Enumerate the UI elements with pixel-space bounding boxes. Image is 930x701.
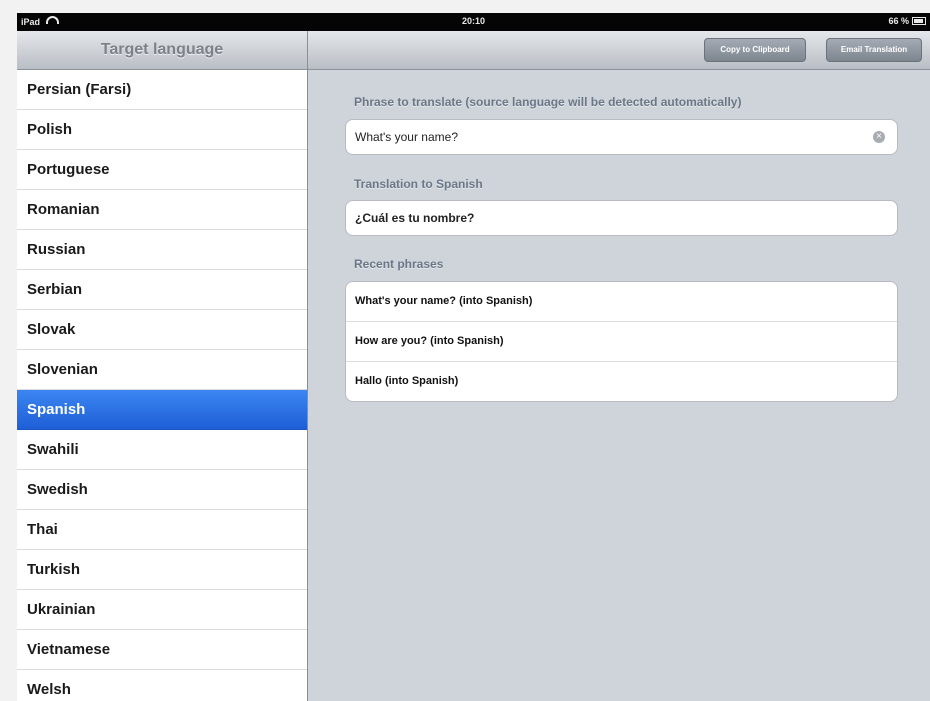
translation-label: Translation to Spanish	[354, 177, 483, 191]
language-list: Persian (Farsi) Polish Portuguese Romanian R…	[17, 70, 307, 701]
translation-pane: Copy to Clipboard Email Translation Phra…	[308, 31, 930, 701]
status-bar: iPad 20:10 66 %	[17, 13, 930, 31]
email-translation-button[interactable]: Email Translation	[826, 38, 922, 62]
language-item-polish[interactable]: Polish	[17, 110, 307, 150]
language-item-welsh[interactable]: Welsh	[17, 670, 307, 701]
language-item-vietnamese[interactable]: Vietnamese	[17, 630, 307, 670]
translation-output: ¿Cuál es tu nombre?	[345, 200, 898, 236]
language-item-romanian[interactable]: Romanian	[17, 190, 307, 230]
translation-text: ¿Cuál es tu nombre?	[355, 211, 475, 225]
battery-icon	[912, 17, 926, 25]
copy-to-clipboard-button[interactable]: Copy to Clipboard	[704, 38, 806, 62]
toolbar: Copy to Clipboard Email Translation	[308, 31, 930, 70]
language-item-serbian[interactable]: Serbian	[17, 270, 307, 310]
language-item-thai[interactable]: Thai	[17, 510, 307, 550]
language-item-slovenian[interactable]: Slovenian	[17, 350, 307, 390]
language-item-portuguese[interactable]: Portuguese	[17, 150, 307, 190]
language-item-ukrainian[interactable]: Ukrainian	[17, 590, 307, 630]
phrase-input-text: What's your name?	[355, 130, 459, 144]
recent-phrase-item[interactable]: How are you? (into Spanish)	[346, 322, 897, 362]
recent-phrase-item[interactable]: Hallo (into Spanish)	[346, 362, 897, 401]
language-sidebar: Target language Persian (Farsi) Polish Por…	[17, 31, 308, 701]
language-item-russian[interactable]: Russian	[17, 230, 307, 270]
clear-circle-icon[interactable]: ×	[873, 131, 885, 143]
language-item-slovak[interactable]: Slovak	[17, 310, 307, 350]
clock: 20:10	[461, 16, 486, 26]
recent-phrase-item[interactable]: What's your name? (into Spanish)	[346, 282, 897, 322]
language-item-turkish[interactable]: Turkish	[17, 550, 307, 590]
ipad-screen: iPad 20:10 66 % Target language Persian …	[17, 13, 930, 701]
language-item-swahili[interactable]: Swahili	[17, 430, 307, 470]
sidebar-title: Target language	[17, 31, 307, 70]
battery-percent: 66 %	[888, 16, 909, 26]
phrase-label: Phrase to translate (source language wil…	[354, 95, 742, 109]
language-item-swedish[interactable]: Swedish	[17, 470, 307, 510]
phrase-input[interactable]: What's your name? ×	[345, 119, 898, 155]
language-item-persian-farsi[interactable]: Persian (Farsi)	[17, 70, 307, 110]
recent-phrases-list: What's your name? (into Spanish) How are …	[345, 281, 898, 402]
recent-phrases-label: Recent phrases	[354, 257, 444, 271]
language-item-spanish[interactable]: Spanish	[17, 390, 307, 430]
